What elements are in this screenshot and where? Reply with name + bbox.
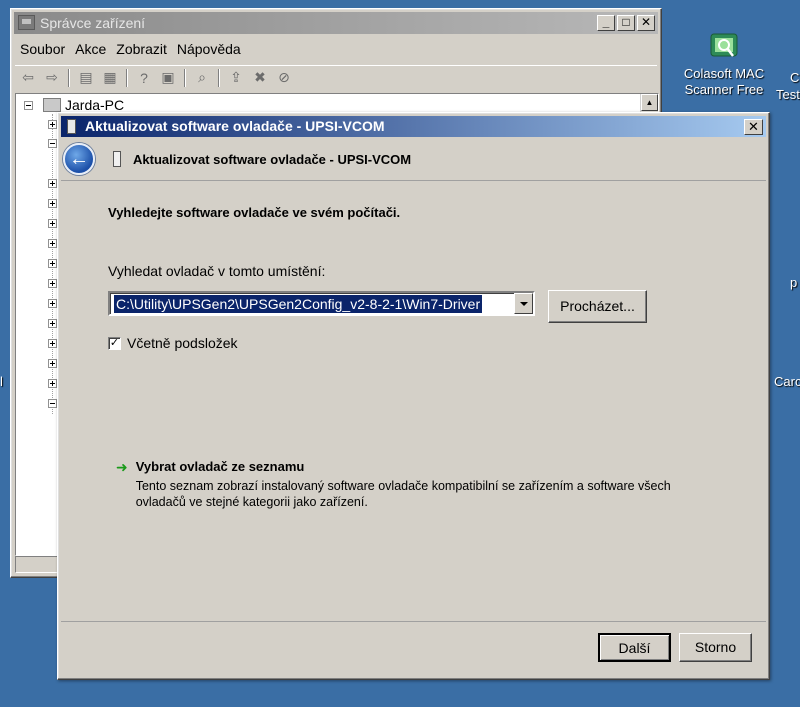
device-manager-title: Správce zařízení <box>40 15 146 31</box>
green-arrow-icon: ➜ <box>116 459 128 475</box>
collapse-icon[interactable] <box>48 399 57 408</box>
expand-icon[interactable] <box>48 239 57 248</box>
wizard-header-title: Aktualizovat software ovladače - UPSI-VC… <box>133 151 412 167</box>
uninstall-icon[interactable]: ✖ <box>249 68 271 88</box>
colasoft-scanner-icon <box>707 32 741 62</box>
expand-icon[interactable] <box>48 259 57 268</box>
device-manager-titlebar[interactable]: Správce zařízení _ □ ✕ <box>14 12 658 34</box>
include-subfolders-row[interactable]: ✓ Včetně podsložek <box>108 335 238 351</box>
pick-driver-link-row[interactable]: ➜ Vybrat ovladač ze seznamu Tento seznam… <box>116 459 696 510</box>
expand-icon[interactable] <box>48 120 57 129</box>
device-manager-icon <box>18 15 35 30</box>
console-tree-icon[interactable]: ▤ <box>75 68 97 88</box>
chevron-down-icon[interactable] <box>514 293 533 314</box>
expand-icon[interactable] <box>48 359 57 368</box>
update-driver-dialog[interactable]: Aktualizovat software ovladače - UPSI-VC… <box>57 112 770 680</box>
dialog-close-button[interactable]: ✕ <box>744 119 763 135</box>
forward-arrow-icon[interactable]: ⇨ <box>41 68 63 88</box>
disable-icon[interactable]: ⊘ <box>273 68 295 88</box>
expand-icon[interactable] <box>48 339 57 348</box>
desktop-icon-label-line2: Scanner Free <box>684 82 764 97</box>
help-icon[interactable]: ? <box>133 68 155 88</box>
desktop-edge-text[interactable]: C <box>790 70 799 85</box>
toolbar-separator <box>126 68 128 87</box>
expand-icon[interactable] <box>48 379 57 388</box>
expand-icon[interactable] <box>48 279 57 288</box>
maximize-button[interactable]: □ <box>617 15 635 31</box>
menubar: Soubor Akce Zobrazit Nápověda <box>15 39 246 59</box>
update-driver-icon[interactable]: ⇪ <box>225 68 247 88</box>
next-button[interactable]: Další <box>598 633 671 662</box>
device-icon <box>67 119 76 134</box>
pick-driver-link[interactable]: Vybrat ovladač ze seznamu <box>136 459 696 474</box>
toolbar-separator <box>184 68 186 87</box>
page-heading: Vyhledejte software ovladače ve svém poč… <box>108 205 401 220</box>
button-area-divider <box>61 621 766 622</box>
expand-icon[interactable] <box>48 319 57 328</box>
toolbar-separator <box>68 68 70 87</box>
location-combobox[interactable]: C:\Utility\UPSGen2\UPSGen2Config_v2-8-2-… <box>108 291 535 316</box>
properties-icon[interactable]: ▦ <box>99 68 121 88</box>
collapse-icon[interactable] <box>24 100 33 110</box>
back-arrow-icon[interactable]: ⇦ <box>17 68 39 88</box>
menu-napoveda[interactable]: Nápověda <box>172 39 246 59</box>
tree-root-label: Jarda-PC <box>65 97 125 113</box>
desktop-edge-text[interactable]: Carc <box>774 374 800 389</box>
expand-icon[interactable] <box>48 219 57 228</box>
dialog-titlebar[interactable]: Aktualizovat software ovladače - UPSI-VC… <box>61 116 766 137</box>
pick-driver-description: Tento seznam zobrazí instalovaný softwar… <box>135 479 671 509</box>
minimize-button[interactable]: _ <box>597 15 615 31</box>
wizard-content: Vyhledejte software ovladače ve svém poč… <box>61 180 766 620</box>
cancel-button[interactable]: Storno <box>679 633 752 662</box>
desktop-icon-colasoft-mac-scanner[interactable]: Colasoft MAC Scanner Free <box>676 32 772 98</box>
desktop-edge-text[interactable]: l <box>0 374 3 389</box>
include-subfolders-checkbox[interactable]: ✓ <box>108 336 121 350</box>
expand-icon[interactable] <box>48 299 57 308</box>
dialog-title: Aktualizovat software ovladače - UPSI-VC… <box>85 118 385 134</box>
desktop-edge-text[interactable]: Test <box>776 87 800 102</box>
desktop-icon-label-line1: Colasoft MAC <box>683 66 765 81</box>
toolbar: ⇦ ⇨ ▤ ▦ ? ▣ ⌕ ⇪ ✖ ⊘ <box>15 65 657 89</box>
include-subfolders-label[interactable]: Včetně podsložek <box>127 335 238 351</box>
view-icon[interactable]: ▣ <box>157 68 179 88</box>
desktop-edge-text[interactable]: p <box>790 275 797 290</box>
back-arrow-icon[interactable]: ← <box>63 143 95 175</box>
collapse-icon[interactable] <box>48 139 57 148</box>
menu-soubor[interactable]: Soubor <box>15 39 70 59</box>
device-icon <box>113 151 121 167</box>
expand-icon[interactable] <box>48 199 57 208</box>
scroll-up-icon[interactable]: ▲ <box>641 94 658 111</box>
close-button[interactable]: ✕ <box>637 15 655 31</box>
computer-icon <box>43 98 61 112</box>
menu-akce[interactable]: Akce <box>70 39 111 59</box>
tree-root-row[interactable]: Jarda-PC <box>24 97 124 113</box>
toolbar-separator <box>218 68 220 87</box>
location-input[interactable]: C:\Utility\UPSGen2\UPSGen2Config_v2-8-2-… <box>114 295 483 313</box>
location-label: Vyhledat ovladač v tomto umístění: <box>108 263 326 279</box>
scan-hardware-icon[interactable]: ⌕ <box>191 68 213 88</box>
wizard-header: ← Aktualizovat software ovladače - UPSI-… <box>61 138 766 180</box>
menu-zobrazit[interactable]: Zobrazit <box>111 39 172 59</box>
browse-button[interactable]: Procházet... <box>548 290 647 323</box>
expand-icon[interactable] <box>48 179 57 188</box>
